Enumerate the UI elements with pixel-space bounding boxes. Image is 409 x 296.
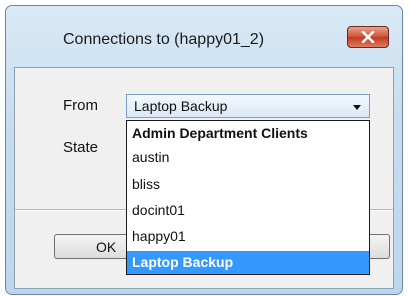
- from-select[interactable]: Laptop Backup: [126, 94, 370, 118]
- dialog-title: Connections to (happy01_2): [63, 31, 265, 48]
- dropdown-option-happy01[interactable]: happy01: [127, 225, 369, 247]
- from-dropdown-list: Admin Department Clients austin bliss do…: [126, 120, 370, 275]
- dropdown-option-laptop-backup[interactable]: Laptop Backup: [127, 251, 369, 274]
- close-button[interactable]: [347, 26, 389, 48]
- from-select-value: Laptop Backup: [134, 98, 228, 114]
- dropdown-option-docint01[interactable]: docint01: [127, 199, 369, 221]
- ok-button-label: OK: [96, 239, 117, 255]
- state-label: State: [63, 139, 99, 156]
- dropdown-option-bliss[interactable]: bliss: [127, 173, 369, 195]
- dropdown-group-header: Admin Department Clients: [132, 125, 308, 141]
- from-label: From: [63, 97, 98, 114]
- chevron-down-icon: [353, 105, 361, 110]
- dropdown-option-austin[interactable]: austin: [127, 146, 369, 168]
- close-icon: [361, 31, 375, 43]
